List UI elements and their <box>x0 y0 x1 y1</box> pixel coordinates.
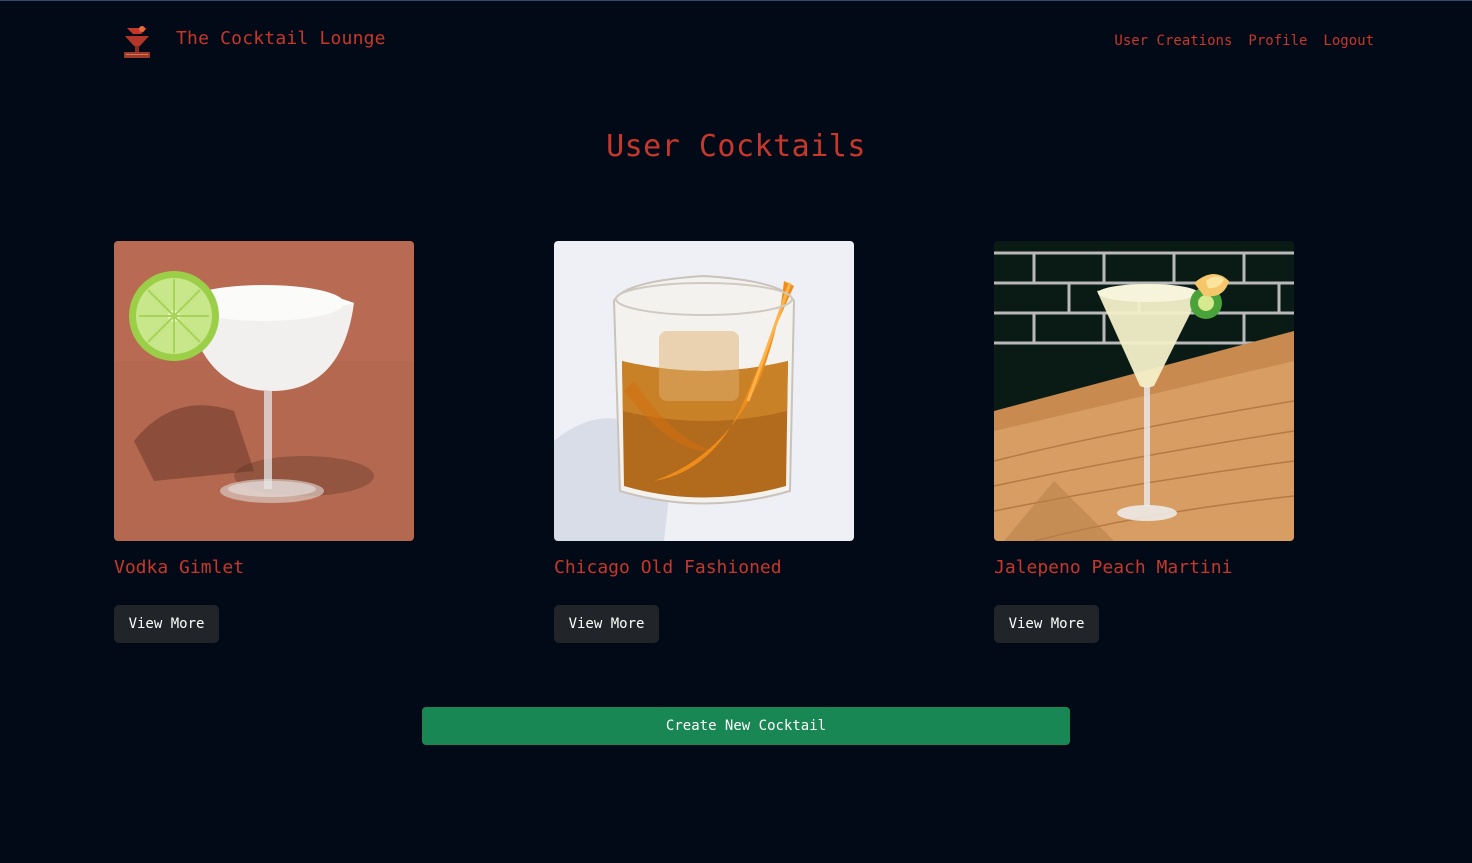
nav-link-profile[interactable]: Profile <box>1248 33 1307 49</box>
cocktail-name: Chicago Old Fashioned <box>554 557 782 578</box>
cocktail-name: Vodka Gimlet <box>114 557 245 578</box>
cocktail-card: Vodka Gimlet View More <box>114 241 414 643</box>
navbar: The Cocktail Lounge User Creations Profi… <box>0 1 1472 81</box>
martini-photo <box>994 241 1294 541</box>
cocktail-card: Jalepeno Peach Martini View More <box>994 241 1294 643</box>
view-more-button[interactable]: View More <box>994 605 1099 643</box>
cocktail-name: Jalepeno Peach Martini <box>994 557 1233 578</box>
cocktail-card: Chicago Old Fashioned View More <box>554 241 854 643</box>
view-more-button[interactable]: View More <box>114 605 219 643</box>
view-more-button[interactable]: View More <box>554 605 659 643</box>
nav-link-logout[interactable]: Logout <box>1323 33 1374 49</box>
cocktail-logo-icon[interactable] <box>121 24 153 60</box>
vodka-gimlet-photo <box>114 241 414 541</box>
create-new-cocktail-button[interactable]: Create New Cocktail <box>422 707 1070 745</box>
page-title: User Cocktails <box>606 129 866 164</box>
brand-title[interactable]: The Cocktail Lounge <box>176 28 386 49</box>
nav-link-user-creations[interactable]: User Creations <box>1114 33 1232 49</box>
nav-links: User Creations Profile Logout <box>1114 33 1374 49</box>
old-fashioned-photo <box>554 241 854 541</box>
